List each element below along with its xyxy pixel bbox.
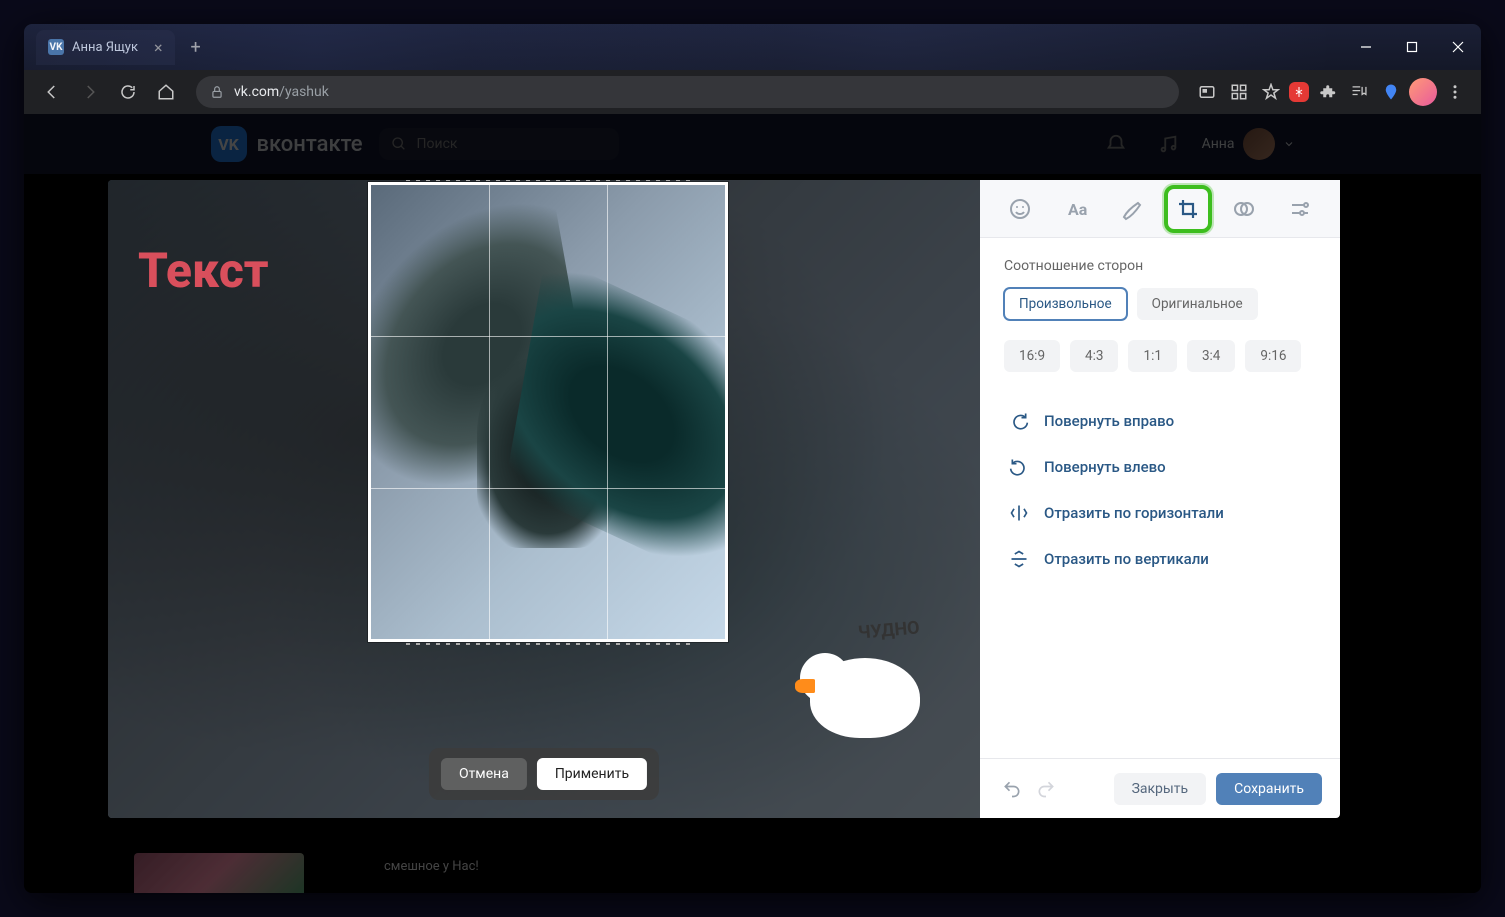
flip-vertical-button[interactable]: Отразить по вертикали: [1004, 538, 1316, 580]
browser-toolbar: vk.com/yashuk: [24, 70, 1481, 114]
ratio-3-4-button[interactable]: 3:4: [1187, 340, 1235, 372]
apps-icon[interactable]: [1225, 78, 1253, 106]
ratio-original-button[interactable]: Оригинальное: [1137, 288, 1258, 320]
redo-button[interactable]: [1032, 775, 1060, 803]
background-content: смешное у Нас!: [134, 853, 1371, 893]
rotate-right-button[interactable]: Повернуть вправо: [1004, 400, 1316, 442]
editor-canvas[interactable]: Текст ЧУДНО Отмена Применить: [108, 180, 980, 818]
editor-sidebar: Aa Соотношение сторон Произвольное Ориги…: [980, 180, 1340, 818]
ratio-16-9-button[interactable]: 16:9: [1004, 340, 1060, 372]
crop-actions: Отмена Применить: [429, 748, 659, 800]
rotate-left-icon: [1008, 456, 1030, 478]
nav-home-button[interactable]: [150, 76, 182, 108]
crop-apply-button[interactable]: Применить: [537, 758, 647, 790]
tool-blur[interactable]: [1224, 189, 1264, 229]
nav-forward-button[interactable]: [74, 76, 106, 108]
extension-adblock-icon[interactable]: [1289, 82, 1309, 102]
tool-tabs: Aa: [980, 180, 1340, 238]
editor-footer: Закрыть Сохранить: [980, 758, 1340, 818]
tool-crop[interactable]: [1168, 189, 1208, 229]
browser-menu-icon[interactable]: [1441, 78, 1469, 106]
undo-button[interactable]: [998, 775, 1026, 803]
tool-stickers[interactable]: [1000, 189, 1040, 229]
crop-handle-top[interactable]: [406, 180, 689, 181]
svg-text:Aa: Aa: [1068, 200, 1088, 219]
window-minimize-button[interactable]: [1343, 24, 1389, 70]
ratio-free-button[interactable]: Произвольное: [1004, 288, 1127, 320]
rotate-left-button[interactable]: Повернуть влево: [1004, 446, 1316, 488]
nav-reload-button[interactable]: [112, 76, 144, 108]
url-input[interactable]: vk.com/yashuk: [196, 76, 1179, 108]
reading-list-icon[interactable]: [1345, 78, 1373, 106]
window-maximize-button[interactable]: [1389, 24, 1435, 70]
browser-tab[interactable]: VK Анна Ящук ×: [36, 30, 175, 65]
tool-draw[interactable]: [1112, 189, 1152, 229]
rotate-right-icon: [1008, 410, 1030, 432]
tab-title: Анна Ящук: [72, 40, 138, 55]
crop-frame[interactable]: [368, 182, 728, 642]
ratio-1-1-button[interactable]: 1:1: [1128, 340, 1176, 372]
nav-back-button[interactable]: [36, 76, 68, 108]
flip-horizontal-icon: [1008, 502, 1030, 524]
tool-adjust[interactable]: [1280, 189, 1320, 229]
flip-vertical-icon: [1008, 548, 1030, 570]
vk-favicon: VK: [48, 39, 64, 55]
cast-icon[interactable]: [1193, 78, 1221, 106]
new-tab-button[interactable]: +: [183, 37, 209, 58]
extensions-puzzle-icon[interactable]: [1313, 78, 1341, 106]
url-text: vk.com/yashuk: [234, 84, 329, 100]
bookmark-star-icon[interactable]: [1257, 78, 1285, 106]
window-close-button[interactable]: [1435, 24, 1481, 70]
aspect-ratio-title: Соотношение сторон: [1004, 258, 1316, 274]
flip-horizontal-button[interactable]: Отразить по горизонтали: [1004, 492, 1316, 534]
editor-save-button[interactable]: Сохранить: [1216, 773, 1322, 805]
crop-cancel-button[interactable]: Отмена: [441, 758, 527, 790]
window-titlebar: VK Анна Ящук × +: [24, 24, 1481, 70]
editor-close-button[interactable]: Закрыть: [1114, 773, 1207, 805]
tool-text[interactable]: Aa: [1056, 189, 1096, 229]
lock-icon: [210, 85, 224, 99]
crop-handle-bottom[interactable]: [406, 643, 689, 645]
tab-close-icon[interactable]: ×: [154, 38, 163, 57]
ratio-4-3-button[interactable]: 4:3: [1070, 340, 1118, 372]
canvas-sticker: ЧУДНО: [800, 628, 930, 738]
ratio-9-16-button[interactable]: 9:16: [1245, 340, 1301, 372]
profile-avatar[interactable]: [1409, 78, 1437, 106]
photo-editor-modal: Текст ЧУДНО Отмена Применить: [108, 180, 1340, 818]
location-badge-icon[interactable]: [1377, 78, 1405, 106]
